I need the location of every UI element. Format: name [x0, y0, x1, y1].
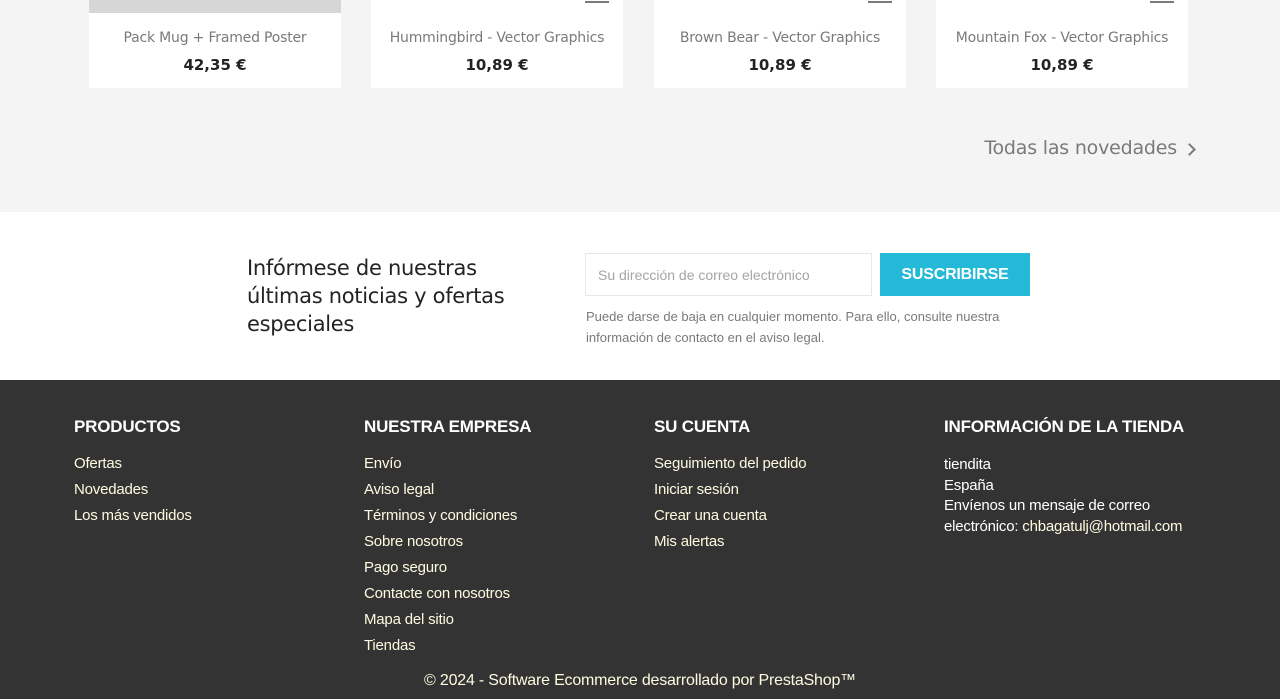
footer-link-seguimiento[interactable]: Seguimiento del pedido: [654, 455, 807, 472]
footer-store-info-column: INFORMACIÓN DE LA TIENDA tiendita España…: [944, 417, 1214, 537]
store-country: España: [944, 476, 994, 494]
footer-store-info-title: INFORMACIÓN DE LA TIENDA: [944, 417, 1185, 436]
product-price: 10,89 €: [748, 56, 812, 74]
store-email-link[interactable]: chbagatulj@hotmail.com: [1022, 518, 1182, 535]
product-image[interactable]: [89, 0, 341, 13]
quick-view-icon[interactable]: [1150, 0, 1174, 3]
product-name[interactable]: Pack Mug + Framed Poster: [89, 30, 341, 46]
footer-link-mapa-sitio[interactable]: Mapa del sitio: [364, 611, 454, 628]
product-name[interactable]: Mountain Fox - Vector Graphics: [936, 30, 1188, 46]
footer-link-ofertas[interactable]: Ofertas: [74, 455, 122, 472]
product-card[interactable]: Pack Mug + Framed Poster 42,35 €: [89, 0, 341, 88]
footer-link-envio[interactable]: Envío: [364, 455, 402, 472]
all-new-products-link[interactable]: Todas las novedades: [984, 137, 1196, 159]
store-name: tiendita: [944, 456, 991, 473]
footer-company-column: NUESTRA EMPRESA Envío Aviso legal Términ…: [364, 417, 532, 663]
footer-products-title: PRODUCTOS: [74, 417, 181, 436]
footer-account-column: SU CUENTA Seguimiento del pedido Iniciar…: [654, 417, 807, 559]
footer-link-pago-seguro[interactable]: Pago seguro: [364, 559, 447, 576]
copyright: © 2024 - Software Ecommerce desarrollado…: [0, 672, 1280, 690]
newsletter-email-input[interactable]: [585, 253, 872, 296]
newsletter-title: Infórmese de nuestras últimas noticias y…: [247, 256, 505, 336]
footer-products-column: PRODUCTOS Ofertas Novedades Los más vend…: [74, 417, 192, 533]
footer-link-tiendas[interactable]: Tiendas: [364, 637, 416, 654]
product-price: 10,89 €: [465, 56, 529, 74]
product-card[interactable]: Brown Bear - Vector Graphics 10,89 €: [654, 0, 906, 88]
quick-view-icon[interactable]: [868, 0, 892, 3]
footer-link-mis-alertas[interactable]: Mis alertas: [654, 533, 725, 550]
footer-link-aviso-legal[interactable]: Aviso legal: [364, 481, 434, 498]
footer-link-iniciar-sesion[interactable]: Iniciar sesión: [654, 481, 739, 498]
products-section: Pack Mug + Framed Poster 42,35 € Humming…: [0, 0, 1280, 212]
footer: PRODUCTOS Ofertas Novedades Los más vend…: [0, 380, 1280, 699]
all-new-products-label: Todas las novedades: [984, 137, 1177, 159]
product-price: 10,89 €: [1030, 56, 1094, 74]
footer-company-title: NUESTRA EMPRESA: [364, 417, 532, 436]
subscribe-button[interactable]: SUSCRIBIRSE: [880, 253, 1030, 296]
product-card[interactable]: Hummingbird - Vector Graphics 10,89 €: [371, 0, 623, 88]
newsletter-block: Infórmese de nuestras últimas noticias y…: [0, 212, 1280, 380]
copyright-link[interactable]: © 2024 - Software Ecommerce desarrollado…: [424, 672, 856, 689]
product-card[interactable]: Mountain Fox - Vector Graphics 10,89 €: [936, 0, 1188, 88]
footer-link-mas-vendidos[interactable]: Los más vendidos: [74, 507, 192, 524]
footer-account-title: SU CUENTA: [654, 417, 751, 436]
newsletter-note: Puede darse de baja en cualquier momento…: [586, 309, 1000, 345]
footer-link-contacte[interactable]: Contacte con nosotros: [364, 585, 510, 602]
product-name[interactable]: Hummingbird - Vector Graphics: [371, 30, 623, 46]
chevron-right-icon: [1183, 142, 1196, 156]
footer-link-novedades[interactable]: Novedades: [74, 481, 148, 498]
quick-view-icon[interactable]: [585, 0, 609, 3]
footer-link-crear-cuenta[interactable]: Crear una cuenta: [654, 507, 767, 524]
footer-link-sobre-nosotros[interactable]: Sobre nosotros: [364, 533, 463, 550]
product-price: 42,35 €: [183, 56, 247, 74]
product-name[interactable]: Brown Bear - Vector Graphics: [654, 30, 906, 46]
footer-link-terminos[interactable]: Términos y condiciones: [364, 507, 517, 524]
store-info: tiendita España Envíenos un mensaje de c…: [944, 455, 1214, 537]
